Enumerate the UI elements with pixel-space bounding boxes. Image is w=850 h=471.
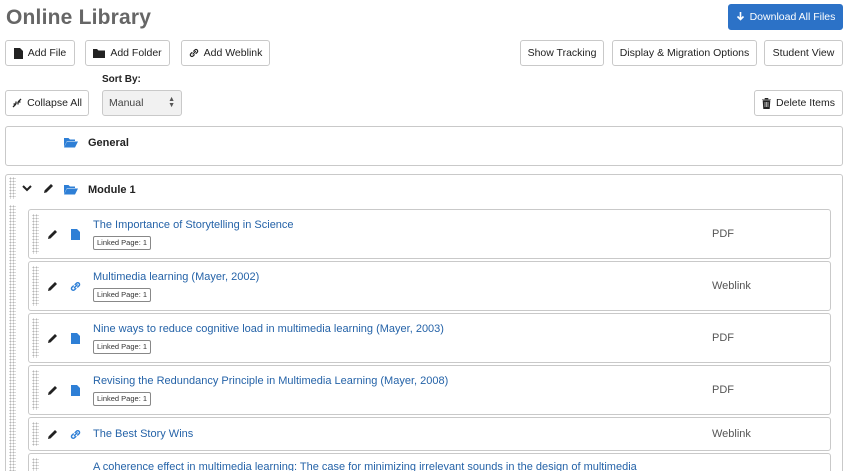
folder-open-icon	[64, 185, 78, 195]
folder-open-icon	[64, 138, 78, 148]
display-migration-options-label: Display & Migration Options	[619, 47, 750, 59]
download-all-files-button[interactable]: Download All Files	[728, 4, 843, 30]
drag-handle[interactable]	[32, 370, 39, 410]
file-icon	[13, 47, 23, 59]
folder-icon	[93, 49, 106, 58]
drag-handle[interactable]	[9, 205, 16, 471]
student-view-button[interactable]: Student View	[764, 40, 843, 66]
list-item[interactable]: Nine ways to reduce cognitive load in mu…	[28, 313, 831, 363]
collapse-icon	[12, 98, 22, 108]
pencil-icon[interactable]	[43, 183, 54, 194]
show-tracking-label: Show Tracking	[527, 47, 597, 59]
item-title-link[interactable]: A coherence effect in multimedia learnin…	[93, 461, 637, 471]
item-type: PDF	[712, 384, 734, 396]
item-title-link[interactable]: The Best Story Wins	[93, 428, 193, 440]
pencil-icon[interactable]	[47, 333, 58, 344]
pencil-icon[interactable]	[47, 281, 58, 292]
drag-handle[interactable]	[32, 422, 39, 446]
delete-items-button[interactable]: Delete Items	[754, 90, 843, 116]
list-item[interactable]: A coherence effect in multimedia learnin…	[28, 453, 831, 471]
item-title-link[interactable]: The Importance of Storytelling in Scienc…	[93, 219, 294, 231]
list-item[interactable]: The Best Story Wins Weblink	[28, 417, 831, 451]
linked-page-badge: Linked Page: 1	[93, 288, 152, 302]
display-migration-options-button[interactable]: Display & Migration Options	[612, 40, 757, 66]
add-weblink-button[interactable]: Add Weblink	[181, 40, 270, 66]
add-file-label: Add File	[27, 47, 67, 59]
delete-items-label: Delete Items	[776, 97, 835, 109]
show-tracking-button[interactable]: Show Tracking	[520, 40, 604, 66]
page-title: Online Library	[6, 6, 152, 29]
sort-by-value: Manual	[109, 97, 144, 109]
chevron-down-icon[interactable]	[22, 185, 32, 192]
file-icon	[71, 229, 80, 240]
drag-handle[interactable]	[32, 266, 39, 306]
sort-by-label: Sort By:	[102, 74, 141, 85]
list-item[interactable]: Multimedia learning (Mayer, 2002) Linked…	[28, 261, 831, 311]
link-icon	[70, 282, 81, 291]
trash-icon	[762, 97, 772, 109]
list-item[interactable]: The Importance of Storytelling in Scienc…	[28, 209, 831, 259]
add-folder-label: Add Folder	[110, 47, 162, 59]
item-type: PDF	[712, 332, 734, 344]
linked-page-badge: Linked Page: 1	[93, 236, 152, 250]
collapse-all-button[interactable]: Collapse All	[5, 90, 89, 116]
linked-page-badge: Linked Page: 1	[93, 340, 152, 354]
linked-page-badge: Linked Page: 1	[93, 392, 152, 406]
add-weblink-label: Add Weblink	[203, 47, 263, 59]
link-icon	[189, 48, 198, 58]
drag-handle[interactable]	[32, 458, 39, 471]
folder-general[interactable]: General	[5, 126, 843, 166]
select-arrows-icon: ▲ ▼	[168, 96, 175, 109]
pencil-icon[interactable]	[47, 229, 58, 240]
collapse-all-label: Collapse All	[27, 97, 82, 109]
item-title-link[interactable]: Nine ways to reduce cognitive load in mu…	[93, 323, 444, 335]
folder-name: General	[88, 137, 129, 149]
drag-handle[interactable]	[9, 177, 16, 199]
list-item[interactable]: Revising the Redundancy Principle in Mul…	[28, 365, 831, 415]
folder-module-1: Module 1 The Importance of Storytelling …	[5, 174, 843, 471]
item-type: Weblink	[712, 428, 751, 440]
item-title-link[interactable]: Multimedia learning (Mayer, 2002)	[93, 271, 259, 283]
sort-by-select[interactable]: Manual ▲ ▼	[102, 90, 182, 116]
link-icon	[70, 430, 81, 439]
drag-handle[interactable]	[32, 318, 39, 358]
student-view-label: Student View	[772, 47, 835, 59]
pencil-icon[interactable]	[47, 429, 58, 440]
drag-handle[interactable]	[32, 214, 39, 254]
item-title-link[interactable]: Revising the Redundancy Principle in Mul…	[93, 375, 448, 387]
download-icon	[736, 12, 744, 21]
add-file-button[interactable]: Add File	[5, 40, 75, 66]
add-folder-button[interactable]: Add Folder	[85, 40, 170, 66]
file-icon	[71, 333, 80, 344]
item-type: Weblink	[712, 280, 751, 292]
pencil-icon[interactable]	[47, 385, 58, 396]
file-icon	[71, 385, 80, 396]
folder-name: Module 1	[88, 184, 136, 196]
download-all-files-label: Download All Files	[749, 11, 836, 23]
item-type: PDF	[712, 228, 734, 240]
